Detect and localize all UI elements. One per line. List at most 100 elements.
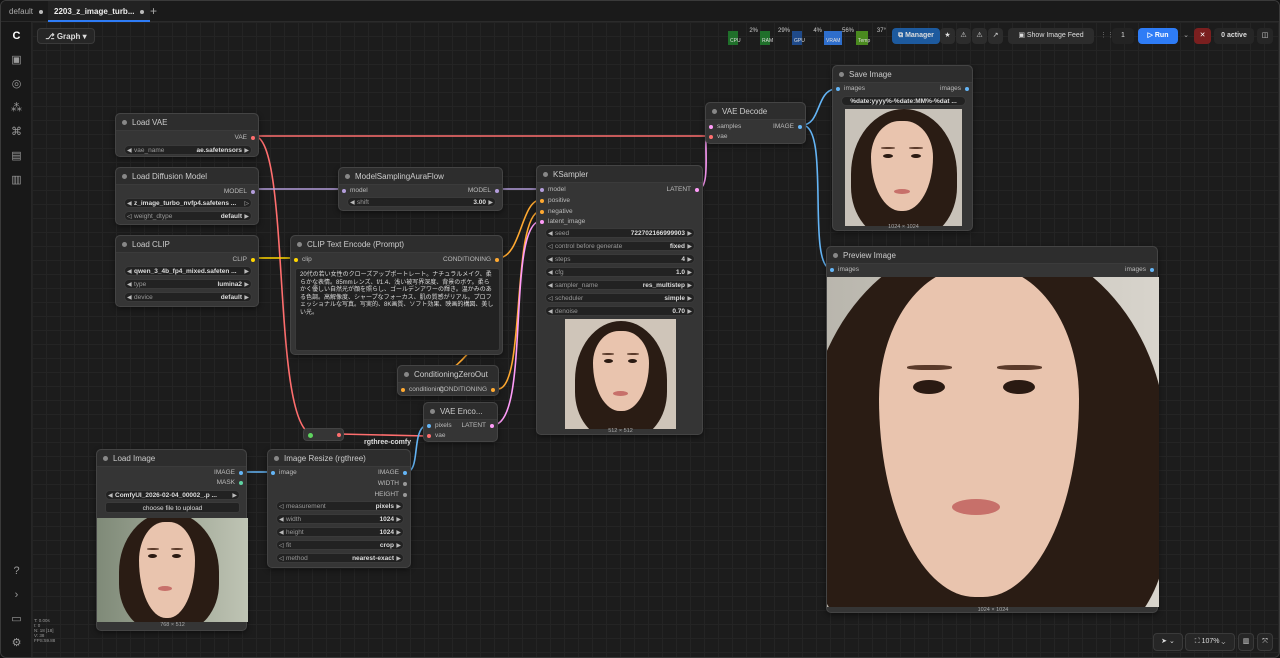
- node-vae-encode[interactable]: VAE Enco... pixels vae LATENT: [423, 402, 498, 442]
- increment-icon[interactable]: ▶: [488, 198, 493, 206]
- node-load-diffusion-model[interactable]: Load Diffusion Model MODEL ◀ z_image_tur…: [115, 167, 259, 225]
- widget-method[interactable]: ◁ method nearest-exact ▶: [276, 553, 404, 563]
- slot-dot[interactable]: [830, 268, 834, 272]
- decrement-icon[interactable]: ◀: [548, 229, 553, 237]
- arrow-left-icon[interactable]: ◀: [127, 293, 132, 301]
- upload-button[interactable]: choose file to upload: [105, 502, 240, 513]
- arrow-right-icon[interactable]: ▶: [687, 294, 692, 302]
- widget-sampler-name[interactable]: ◀ sampler_name res_multistep ▶: [545, 280, 695, 290]
- slot-dot[interactable]: [403, 471, 407, 475]
- share-icon[interactable]: ↗: [988, 28, 1003, 44]
- widget-device[interactable]: ◀ device default ▶: [124, 292, 252, 302]
- increment-icon[interactable]: ▶: [687, 268, 692, 276]
- cancel-button[interactable]: ✕: [1194, 28, 1211, 44]
- images-icon[interactable]: ▣: [10, 54, 23, 67]
- decrement-icon[interactable]: ◀: [350, 198, 355, 206]
- graph-mode-button[interactable]: ⎇ Graph ▾: [37, 28, 95, 44]
- link-visibility-icon[interactable]: ⤧: [1257, 633, 1273, 651]
- arrow-left-icon[interactable]: ◀: [127, 199, 132, 207]
- widget-unet-name[interactable]: ◀ z_image_turbo_nvfp4.safetens ... ▷: [124, 198, 252, 208]
- slot-dot[interactable]: [798, 125, 802, 129]
- comfy-logo-icon[interactable]: C: [10, 30, 23, 43]
- widget-width[interactable]: ◀ width 1024 ▶: [276, 514, 404, 524]
- queue-count-input[interactable]: 1: [1112, 28, 1134, 44]
- output-model[interactable]: MODEL: [468, 186, 499, 196]
- output-latent[interactable]: LATENT: [667, 185, 699, 195]
- arrow-right-icon[interactable]: ▶: [244, 280, 249, 288]
- input-positive[interactable]: positive: [540, 196, 570, 206]
- node-image-resize[interactable]: Image Resize (rgthree) image IMAGE WIDTH…: [267, 449, 411, 568]
- node-vae-decode[interactable]: VAE Decode samples vae IMAGE: [705, 102, 806, 144]
- arrow-right-icon[interactable]: ▶: [232, 491, 237, 499]
- tab-workflow[interactable]: 2203_z_image_turb...: [48, 1, 151, 22]
- decrement-icon[interactable]: ◀: [279, 528, 284, 536]
- widget-control-before-generate[interactable]: ◁ control before generate fixed ▶: [545, 241, 695, 251]
- slot-dot[interactable]: [427, 424, 431, 428]
- output-conditioning[interactable]: CONDITIONING: [443, 255, 499, 265]
- widget-seed[interactable]: ◀ seed 722702166999903 ▶: [545, 228, 695, 238]
- slot-dot[interactable]: [695, 188, 699, 192]
- prompt-textarea[interactable]: 20代の若い女性のクローズアップポートレート。ナチュラルメイク、柔らかな表情。8…: [295, 268, 500, 351]
- arrow-right-icon[interactable]: ▷: [244, 199, 249, 207]
- decrement-icon[interactable]: ◀: [548, 268, 553, 276]
- increment-icon[interactable]: ▶: [396, 515, 401, 523]
- arrow-right-icon[interactable]: ▶: [687, 242, 692, 250]
- increment-icon[interactable]: ▶: [396, 528, 401, 536]
- arrow-left-icon[interactable]: ◁: [279, 541, 284, 549]
- slot-dot[interactable]: [709, 135, 713, 139]
- node-model-sampling-auraflow[interactable]: ModelSamplingAuraFlow model MODEL ◀ shif…: [338, 167, 503, 211]
- slot-dot[interactable]: [495, 258, 499, 262]
- output-model[interactable]: MODEL: [224, 187, 255, 197]
- widget-vae-name[interactable]: ◀ vae_name ae.safetensors ▶: [124, 145, 252, 155]
- queue-icon[interactable]: ▥: [10, 174, 23, 187]
- arrow-left-icon[interactable]: ◁: [279, 554, 284, 562]
- input-model[interactable]: model: [342, 186, 368, 196]
- decrement-icon[interactable]: ◀: [548, 307, 553, 315]
- slot-dot[interactable]: [271, 471, 275, 475]
- widget-image-file[interactable]: ◀ ComfyUI_2026-02-04_00002_.p ... ▶: [105, 490, 240, 500]
- node-load-image[interactable]: Load Image IMAGE MASK ◀ ComfyUI_2026-02-…: [96, 449, 248, 631]
- settings-gear-icon[interactable]: ⚙: [10, 637, 23, 650]
- slot-dot[interactable]: [1150, 268, 1154, 272]
- drag-handle-icon[interactable]: ⋮⋮: [1100, 28, 1114, 44]
- reroute-node[interactable]: [303, 428, 344, 441]
- increment-icon[interactable]: ▶: [687, 229, 692, 237]
- node-load-clip[interactable]: Load CLIP CLIP ◀ qwen_3_4b_fp4_mixed.saf…: [115, 235, 259, 307]
- increment-icon[interactable]: ▶: [687, 255, 692, 263]
- run-button[interactable]: ▷ Run: [1138, 28, 1178, 44]
- node-conditioning-zero-out[interactable]: ConditioningZeroOut conditioning CONDITI…: [397, 365, 499, 396]
- input-images[interactable]: images: [830, 265, 859, 275]
- arrow-right-icon[interactable]: ▶: [396, 541, 401, 549]
- node-ksampler[interactable]: KSampler model positive negative latent_…: [536, 165, 703, 435]
- slot-dot[interactable]: [251, 190, 255, 194]
- arrow-left-icon[interactable]: ◁: [548, 242, 553, 250]
- widget-clip-type[interactable]: ◀ type lumina2 ▶: [124, 279, 252, 289]
- widget-fit[interactable]: ◁ fit crop ▶: [276, 540, 404, 550]
- widget-cfg[interactable]: ◀ cfg 1.0 ▶: [545, 267, 695, 277]
- image-feed-button[interactable]: ▣ Show Image Feed: [1008, 28, 1094, 44]
- output-mask[interactable]: MASK: [217, 478, 243, 488]
- output-vae[interactable]: VAE: [234, 133, 255, 143]
- output-clip[interactable]: CLIP: [233, 255, 255, 265]
- zoom-controls[interactable]: ⛶ 107% ⌄: [1185, 633, 1235, 651]
- arrow-left-icon[interactable]: ◁: [279, 502, 284, 510]
- output-conditioning[interactable]: CONDITIONING: [439, 385, 495, 395]
- widget-clip-name[interactable]: ◀ qwen_3_4b_fp4_mixed.safeten ... ▶: [124, 266, 252, 276]
- slot-dot[interactable]: [540, 210, 544, 214]
- terminal-icon[interactable]: ›: [10, 589, 23, 602]
- arrow-right-icon[interactable]: ▶: [244, 146, 249, 154]
- arrow-left-icon[interactable]: ◀: [127, 267, 132, 275]
- models-icon[interactable]: ◎: [10, 78, 23, 91]
- input-samples[interactable]: samples: [709, 122, 741, 132]
- input-negative[interactable]: negative: [540, 207, 573, 217]
- widget-scheduler[interactable]: ◁ scheduler simple ▶: [545, 293, 695, 303]
- node-clip-text-encode[interactable]: CLIP Text Encode (Prompt) clip CONDITION…: [290, 235, 503, 355]
- manager-button[interactable]: ⧉ Manager: [892, 28, 940, 44]
- nodes-library-icon[interactable]: ⁂: [10, 102, 23, 115]
- keyboard-icon[interactable]: ▭: [10, 613, 23, 626]
- widget-weight-dtype[interactable]: ◁ weight_dtype default ▶: [124, 211, 252, 221]
- arrow-left-icon[interactable]: ◀: [127, 146, 132, 154]
- output-image[interactable]: IMAGE: [214, 468, 243, 478]
- output-images[interactable]: images: [1125, 265, 1154, 275]
- slot-dot[interactable]: [427, 434, 431, 438]
